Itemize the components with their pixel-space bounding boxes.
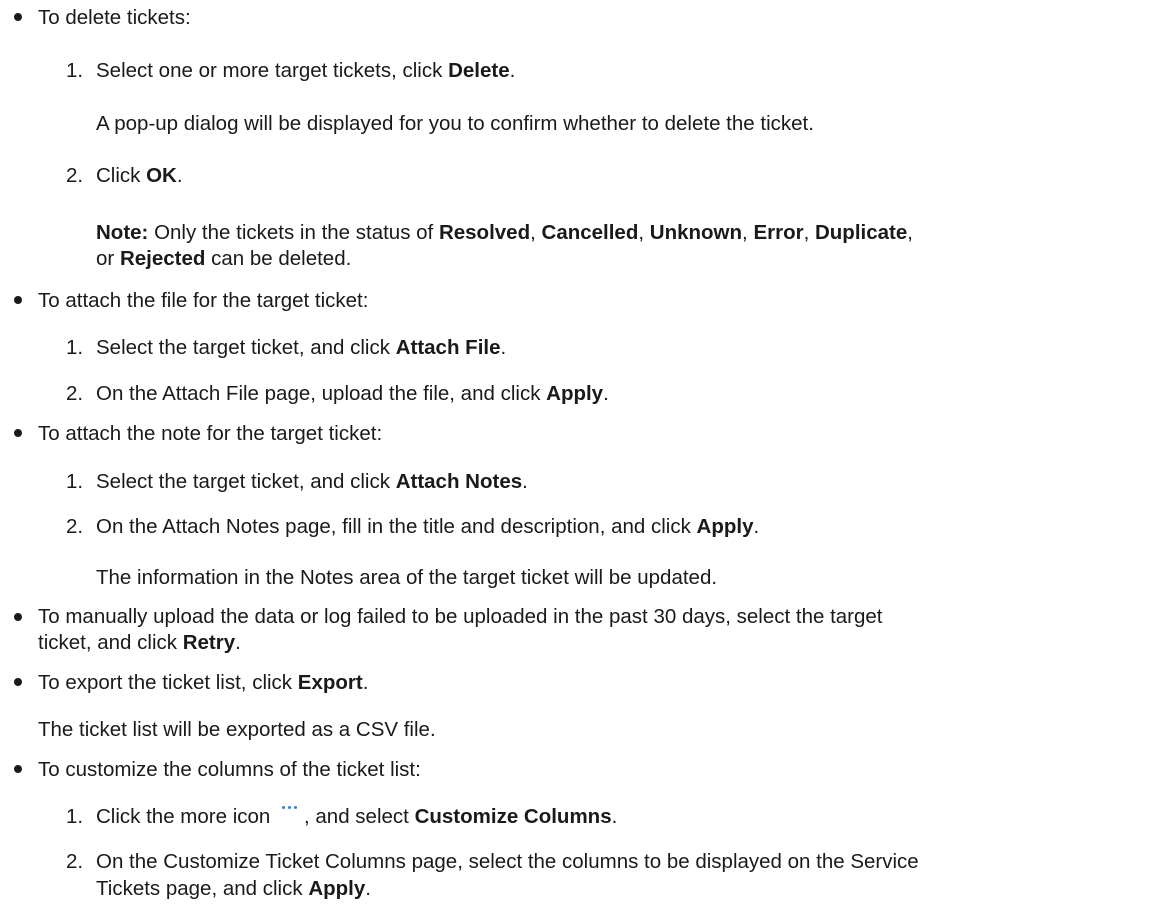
step-number: 2. <box>66 164 84 187</box>
attach-note-intro: To attach the note for the target ticket… <box>38 421 383 445</box>
customize-step-2-line-2: Tickets page, and click Apply. <box>96 876 371 900</box>
step-number: 1. <box>66 804 84 828</box>
bullet <box>14 428 22 437</box>
document-page: To delete tickets: 1. Select one or more… <box>0 0 1169 907</box>
delete-step-1-note: A pop-up dialog will be displayed for yo… <box>96 112 814 136</box>
delete-note-line-2: or Rejected can be deleted. <box>96 247 352 271</box>
delete-intro: To delete tickets: <box>38 5 191 29</box>
bullet <box>14 765 22 774</box>
delete-step-1: Select one or more target tickets, click… <box>96 59 516 83</box>
bullet <box>14 612 22 621</box>
delete-step-2: Click OK. <box>96 164 183 187</box>
customize-step-1: Click the more icon , and select Customi… <box>96 804 618 828</box>
step-number: 2. <box>66 850 84 874</box>
customize-step-2-line-1: On the Customize Ticket Columns page, se… <box>96 850 919 874</box>
attach-file-intro: To attach the file for the target ticket… <box>38 288 369 312</box>
customize-intro: To customize the columns of the ticket l… <box>38 757 421 781</box>
attach-note-step-2-note: The information in the Notes area of the… <box>96 565 718 589</box>
step-number: 1. <box>66 59 84 83</box>
attach-note-step-1: Select the target ticket, and click Atta… <box>96 470 528 494</box>
step-number: 1. <box>66 470 84 494</box>
bullet <box>14 678 22 686</box>
bullet <box>14 13 22 22</box>
retry-line-1: To manually upload the data or log faile… <box>38 605 883 629</box>
step-number: 1. <box>66 336 84 360</box>
attach-file-step-2: On the Attach File page, upload the file… <box>96 382 609 406</box>
retry-line-2: ticket, and click Retry. <box>38 631 241 655</box>
delete-note-line-1: Note: Only the tickets in the status of … <box>96 221 913 245</box>
more-icon <box>278 804 302 824</box>
export-note: The ticket list will be exported as a CS… <box>38 718 436 742</box>
bullet <box>14 295 22 304</box>
step-number: 2. <box>66 382 84 406</box>
export-line: To export the ticket list, click Export. <box>38 670 369 694</box>
attach-note-step-2: On the Attach Notes page, fill in the ti… <box>96 515 760 539</box>
step-number: 2. <box>66 515 84 539</box>
attach-file-step-1: Select the target ticket, and click Atta… <box>96 336 507 360</box>
